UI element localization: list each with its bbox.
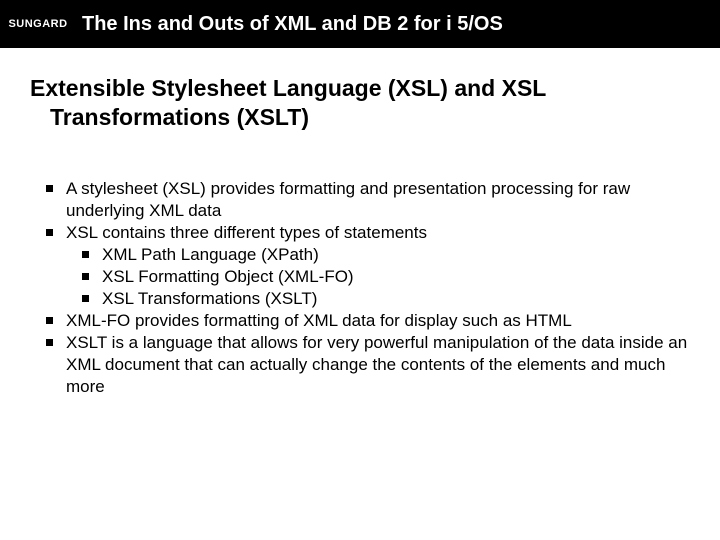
bullet-text: XSL Formatting Object (XML-FO) <box>102 267 354 286</box>
list-item: XSL Transformations (XSLT) <box>66 288 690 310</box>
bullet-text: XSL contains three different types of st… <box>66 223 427 242</box>
bullet-text: XSLT is a language that allows for very … <box>66 333 687 396</box>
list-item: XSLT is a language that allows for very … <box>30 332 690 398</box>
slide-deck-title: The Ins and Outs of XML and DB 2 for i 5… <box>76 13 503 36</box>
list-item: XSL contains three different types of st… <box>30 222 690 310</box>
list-item: A stylesheet (XSL) provides formatting a… <box>30 178 690 222</box>
heading-line-2: Transformations (XSLT) <box>30 103 690 132</box>
bullet-text: A stylesheet (XSL) provides formatting a… <box>66 179 630 220</box>
logo: SUNGARD <box>0 0 76 48</box>
bullet-list: A stylesheet (XSL) provides formatting a… <box>30 178 690 399</box>
sub-bullet-list: XML Path Language (XPath) XSL Formatting… <box>66 244 690 310</box>
header-bar: SUNGARD The Ins and Outs of XML and DB 2… <box>0 0 720 48</box>
slide-content: Extensible Stylesheet Language (XSL) and… <box>0 48 720 398</box>
heading-line-1: Extensible Stylesheet Language (XSL) and… <box>30 75 546 101</box>
bullet-text: XSL Transformations (XSLT) <box>102 289 317 308</box>
bullet-text: XML Path Language (XPath) <box>102 245 319 264</box>
bullet-text: XML-FO provides formatting of XML data f… <box>66 311 572 330</box>
list-item: XML Path Language (XPath) <box>66 244 690 266</box>
slide-heading: Extensible Stylesheet Language (XSL) and… <box>30 74 690 132</box>
list-item: XSL Formatting Object (XML-FO) <box>66 266 690 288</box>
list-item: XML-FO provides formatting of XML data f… <box>30 310 690 332</box>
